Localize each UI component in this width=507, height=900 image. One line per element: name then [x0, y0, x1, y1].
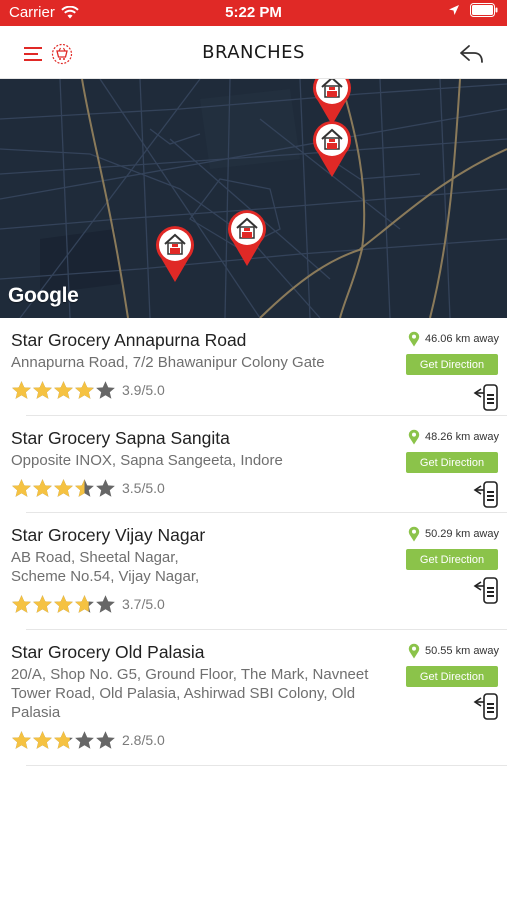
star-rating [11, 478, 116, 498]
branch-card[interactable]: Star Grocery Annapurna Road Annapurna Ro… [0, 318, 507, 416]
location-pin-icon [408, 429, 420, 445]
star-icon [12, 479, 31, 497]
branch-address: Opposite INOX, Sapna Sangeeta, Indore [11, 452, 283, 469]
status-bar: Carrier 5:22 PM [0, 0, 507, 26]
get-direction-button[interactable]: Get Direction [406, 666, 498, 687]
star-icon [96, 731, 115, 749]
rating-score: 3.7/5.0 [122, 596, 165, 612]
star-icon [12, 731, 31, 749]
app-header: BRANCHES [0, 26, 507, 79]
map-pin-branch-2[interactable] [310, 119, 354, 179]
google-attribution: Google [8, 284, 79, 307]
address-line: AB Road, Sheetal Nagar, [11, 549, 179, 566]
reply-back-icon [460, 45, 483, 63]
get-direction-button[interactable]: Get Direction [406, 549, 498, 570]
status-right [448, 3, 498, 17]
get-direction-button[interactable]: Get Direction [406, 452, 498, 473]
distance-text: 48.26 km away [425, 431, 499, 443]
branches-map[interactable]: Google [0, 79, 507, 318]
phone-call-icon [473, 384, 498, 411]
branch-name: Star Grocery Old Palasia [11, 642, 205, 662]
branch-rating: 3.7/5.0 [11, 594, 165, 614]
map-pin-branch-3[interactable] [225, 208, 269, 268]
star-icon [96, 595, 115, 613]
distance-text: 50.55 km away [425, 645, 499, 657]
call-button[interactable] [473, 382, 499, 412]
distance-text: 50.29 km away [425, 528, 499, 540]
star-icon [96, 381, 115, 399]
clock: 5:22 PM [225, 4, 282, 21]
star-icon [75, 479, 94, 497]
star-icon [75, 731, 94, 749]
star-rating [11, 380, 116, 400]
rating-score: 3.9/5.0 [122, 382, 165, 398]
distance-info: 48.26 km away [408, 429, 499, 445]
store-pin-icon [313, 121, 351, 177]
distance-text: 46.06 km away [425, 333, 499, 345]
star-icon [12, 381, 31, 399]
star-icon [75, 595, 94, 613]
branch-address: 20/A, Shop No. G5, Ground Floor, The Mar… [11, 665, 396, 722]
map-pin-branch-4[interactable] [153, 224, 197, 284]
star-icon [54, 595, 73, 613]
phone-call-icon [473, 693, 498, 720]
star-icon [33, 595, 52, 613]
call-button[interactable] [473, 575, 499, 605]
location-arrow-icon [449, 5, 459, 15]
star-icon [33, 381, 52, 399]
location-pin-icon [408, 526, 420, 542]
star-icon [33, 731, 52, 749]
star-rating [11, 730, 116, 750]
address-line: Palasia [11, 704, 61, 721]
star-icon [75, 381, 94, 399]
branch-name: Star Grocery Vijay Nagar [11, 525, 206, 545]
address-line: Tower Road, Old Palasia, Ashirwad SBI Co… [11, 685, 356, 702]
rating-score: 3.5/5.0 [122, 480, 165, 496]
star-icon [12, 595, 31, 613]
call-button[interactable] [473, 479, 499, 509]
branch-rating: 3.9/5.0 [11, 380, 165, 400]
store-pin-icon [156, 226, 194, 282]
branch-address: AB Road, Sheetal Nagar, Scheme No.54, Vi… [11, 548, 396, 586]
map-roads [0, 79, 507, 318]
call-button[interactable] [473, 691, 499, 721]
star-icon [54, 731, 73, 749]
branch-rating: 2.8/5.0 [11, 730, 165, 750]
branch-name: Star Grocery Annapurna Road [11, 330, 247, 350]
branch-card[interactable]: Star Grocery Sapna Sangita Opposite INOX… [0, 416, 507, 513]
branch-rating: 3.5/5.0 [11, 478, 165, 498]
branch-list: Star Grocery Annapurna Road Annapurna Ro… [0, 318, 507, 766]
divider [26, 765, 507, 766]
star-icon [33, 479, 52, 497]
distance-info: 50.55 km away [408, 643, 499, 659]
branch-name: Star Grocery Sapna Sangita [11, 428, 230, 448]
store-pin-icon [228, 210, 266, 266]
phone-call-icon [473, 577, 498, 604]
address-line: Scheme No.54, Vijay Nagar, [11, 568, 200, 585]
back-button[interactable] [459, 42, 485, 66]
phone-call-icon [473, 481, 498, 508]
location-pin-icon [408, 643, 420, 659]
rating-score: 2.8/5.0 [122, 732, 165, 748]
star-rating [11, 594, 116, 614]
location-pin-icon [408, 331, 420, 347]
star-icon [96, 479, 115, 497]
branch-address: Annapurna Road, 7/2 Bhawanipur Colony Ga… [11, 354, 325, 371]
branch-card[interactable]: Star Grocery Old Palasia 20/A, Shop No. … [0, 630, 507, 766]
star-icon [54, 479, 73, 497]
page-title: BRANCHES [202, 42, 305, 63]
star-icon [54, 381, 73, 399]
address-line: 20/A, Shop No. G5, Ground Floor, The Mar… [11, 666, 369, 683]
distance-info: 46.06 km away [408, 331, 499, 347]
battery-icon [470, 3, 498, 17]
branch-card[interactable]: Star Grocery Vijay Nagar AB Road, Sheeta… [0, 513, 507, 630]
distance-info: 50.29 km away [408, 526, 499, 542]
get-direction-button[interactable]: Get Direction [406, 354, 498, 375]
app-root: Carrier 5:22 PM BRANCHES Google Star Gro… [0, 0, 507, 900]
